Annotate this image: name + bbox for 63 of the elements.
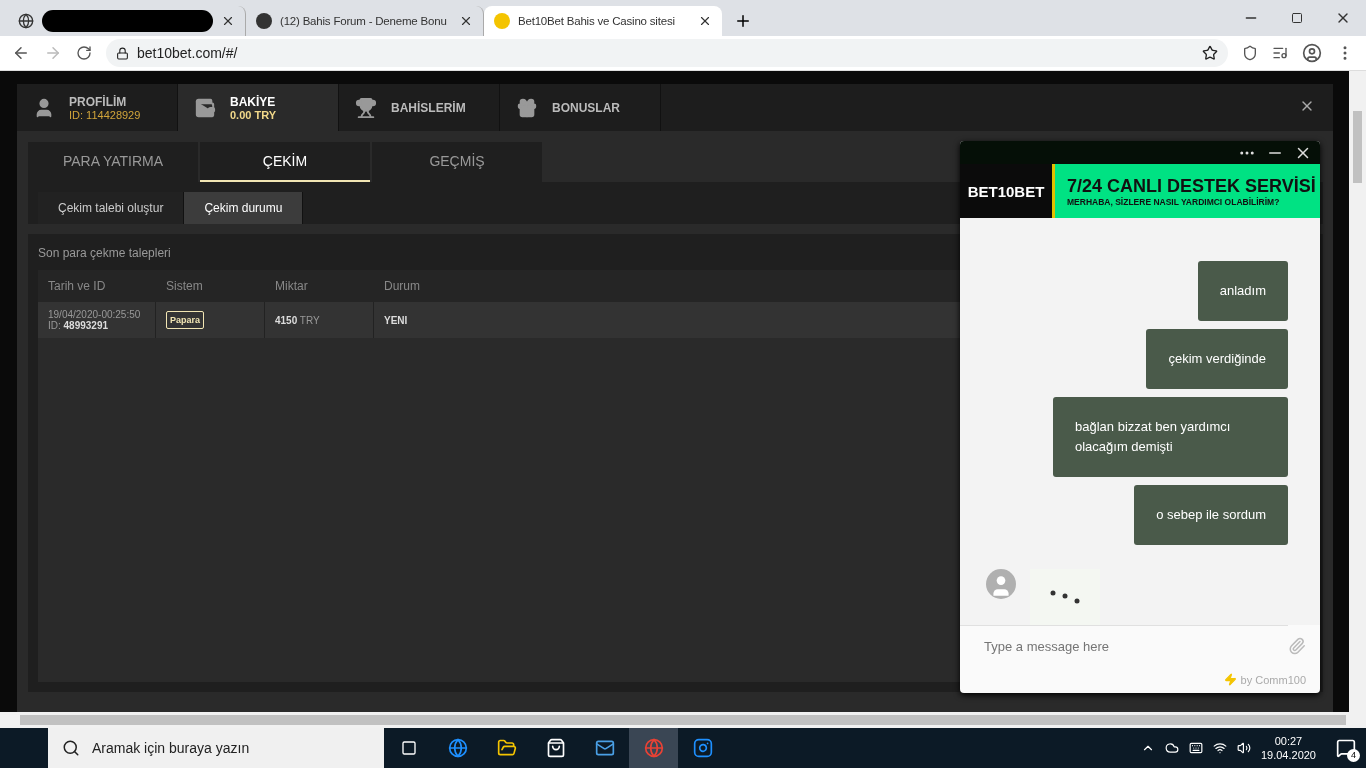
column-header: Tarih ve ID <box>47 278 107 295</box>
tab[interactable]: ÇEKİM <box>200 142 370 182</box>
banner-subtitle: MERHABA, SİZLERE NASIL YARDIMCI OLABİLİRİM? <box>1067 196 1281 207</box>
media-icon[interactable] <box>1272 45 1288 61</box>
nav-label: BAKİYE <box>230 94 277 109</box>
status-text: YENI <box>384 314 409 326</box>
close-icon[interactable] <box>221 14 235 28</box>
keyboard-icon[interactable] <box>1188 741 1203 755</box>
column-header: Durum <box>383 278 421 295</box>
network-icon[interactable] <box>1212 741 1227 755</box>
scrollbar[interactable] <box>1349 71 1366 712</box>
tab[interactable]: GEÇMİŞ <box>372 142 542 182</box>
date-text: 19/04/2020-00:25:50 <box>48 309 142 320</box>
browser-tab[interactable]: Bet10Bet Bahis ve Casino sitesi <box>484 6 722 36</box>
subtab[interactable]: Çekim durumu <box>184 192 304 224</box>
column-header: Sistem <box>165 278 204 295</box>
lock-icon <box>116 46 129 60</box>
nav-label: BONUSLAR <box>552 100 620 115</box>
cloud-icon[interactable] <box>1164 741 1179 755</box>
globe-icon <box>18 13 34 29</box>
reload-icon[interactable] <box>76 45 92 61</box>
close-icon[interactable] <box>459 14 473 28</box>
shield-icon[interactable] <box>1242 45 1258 61</box>
banner-title: 7/24 CANLI DESTEK SERVİSİ <box>1067 175 1317 197</box>
powered-by-text: by Comm100 <box>1240 673 1306 686</box>
nav-subtext: ID: 114428929 <box>69 108 141 121</box>
chat-message: anladım <box>1197 261 1288 321</box>
tab[interactable]: PARA YATIRMA <box>28 142 198 182</box>
account-nav-tab[interactable]: BAKİYE 0.00 TRY <box>178 84 339 131</box>
url-text: bet10bet.com/#/ <box>137 45 238 61</box>
search-icon <box>62 739 80 757</box>
trophy-icon <box>355 96 377 119</box>
chat-message: o sebep ile sordum <box>1134 485 1288 545</box>
nav-subtext: 0.00 TRY <box>230 108 277 121</box>
avatar-icon <box>986 569 1016 599</box>
nav-label: BAHİSLERİM <box>391 100 466 115</box>
taskbar-search[interactable]: Aramak için buraya yazın <box>48 728 384 768</box>
section-title: Son para çekme talepleri <box>38 245 172 262</box>
site-icon <box>494 13 510 29</box>
amount-text: 4150 TRY <box>275 314 321 326</box>
volume-icon[interactable] <box>1236 741 1251 755</box>
site-icon <box>256 13 272 29</box>
tab-title: Bet10Bet Bahis ve Casino sitesi <box>518 15 676 27</box>
clock[interactable]: 00:27 19.04.2020 <box>1260 734 1316 762</box>
search-placeholder: Aramak için buraya yazın <box>92 740 250 756</box>
restore-icon[interactable] <box>1291 12 1303 24</box>
address-bar[interactable]: bet10bet.com/#/ <box>106 39 1228 67</box>
id-text: ID: 48993291 <box>48 320 110 331</box>
back-icon[interactable] <box>12 44 30 62</box>
nav-label: PROFİLİM <box>69 94 128 109</box>
profile-icon[interactable] <box>1302 43 1322 63</box>
new-tab-icon[interactable] <box>734 12 752 30</box>
chat-message: bağlan bizzat ben yardımcı olacağım demişti <box>1053 397 1288 477</box>
scrollbar[interactable] <box>0 712 1366 728</box>
tab-title: (12) Bahis Forum - Deneme Bonu <box>280 15 448 27</box>
wallet-icon <box>194 96 216 119</box>
chat-message: çekim verdiğinde <box>1146 329 1288 389</box>
lightning-icon <box>1223 673 1237 686</box>
close-icon[interactable] <box>698 14 712 28</box>
system-tag: Papara <box>166 311 205 329</box>
gift-icon <box>516 96 538 119</box>
star-icon[interactable] <box>1202 45 1218 61</box>
column-header: Miktar <box>274 278 309 295</box>
